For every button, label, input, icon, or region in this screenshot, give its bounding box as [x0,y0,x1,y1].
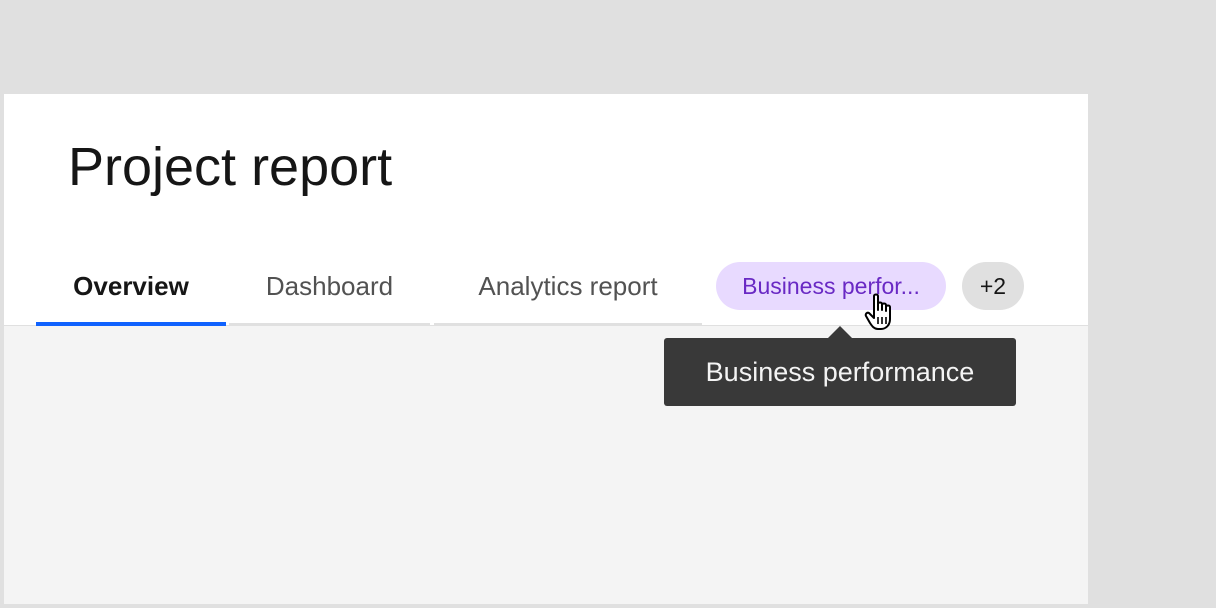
tag-business-performance[interactable]: Business perfor... [716,262,946,310]
tab-selected-indicator [36,322,226,326]
tab-label: Analytics report [478,271,658,301]
page-header: Project report Overview Dashboard Analyt… [4,94,1088,326]
tab-underline [229,323,430,326]
tab-underline [434,323,702,326]
hand-pointer-icon [864,293,891,330]
tab-analytics-report[interactable]: Analytics report [434,246,702,326]
tooltip: Business performance [664,338,1016,406]
tab-label: Dashboard [265,271,394,301]
tag-overflow-count[interactable]: +2 [962,262,1024,310]
tab-label: Overview [73,271,189,301]
page-title: Project report [68,137,393,197]
tab-overview[interactable]: Overview [36,246,226,326]
tab-list: Overview Dashboard Analytics report Busi… [4,246,1088,326]
tab-dashboard[interactable]: Dashboard [229,246,430,326]
